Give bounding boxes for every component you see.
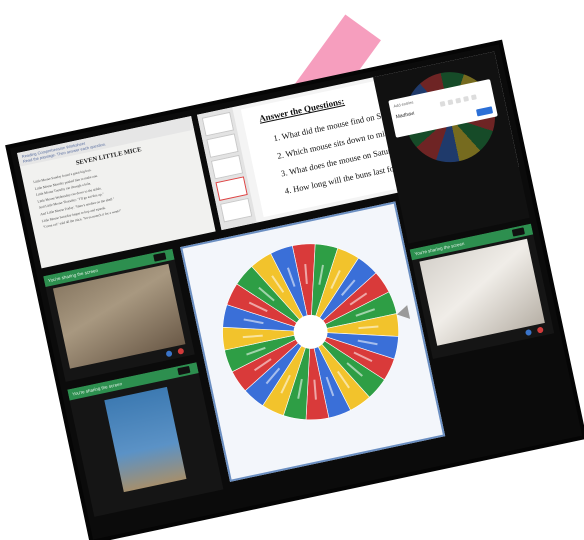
stop-sharing-button[interactable] <box>177 365 191 376</box>
screenshot-collage: Reading Comprehension Worksheet Read the… <box>9 44 583 540</box>
video-tile-child-2: You're sharing the screen <box>67 362 224 517</box>
wheel-container[interactable] <box>204 225 417 438</box>
entry-input[interactable]: Madhavi <box>395 111 415 121</box>
spinner-wheel-panel <box>180 201 446 482</box>
end-call-icon[interactable] <box>536 326 544 334</box>
more-icon[interactable] <box>470 94 477 101</box>
participant-video <box>104 386 187 493</box>
end-call-icon[interactable] <box>177 347 185 355</box>
bold-icon[interactable] <box>439 100 446 107</box>
dialog-title: Add entries <box>392 99 414 109</box>
slide-thumbnail[interactable] <box>220 197 253 223</box>
slide-thumbnail[interactable] <box>201 111 235 137</box>
video-tile-child-3: You're sharing the screen <box>409 223 555 359</box>
image-icon[interactable] <box>455 97 462 104</box>
sharing-label: You're sharing the screen <box>71 381 123 397</box>
emoji-icon[interactable] <box>463 95 470 102</box>
slide-thumbnail[interactable] <box>206 133 239 158</box>
mic-icon[interactable] <box>524 328 533 337</box>
wheel-pointer-icon <box>395 305 411 322</box>
slide-thumbnail-active[interactable] <box>215 176 248 201</box>
ok-button[interactable] <box>476 106 494 117</box>
slide-thumbnail[interactable] <box>210 154 244 180</box>
stop-sharing-button[interactable] <box>511 227 525 237</box>
mic-icon[interactable] <box>165 350 173 358</box>
italic-icon[interactable] <box>447 99 454 106</box>
video-tile-child-1: You're sharing the screen <box>43 248 195 382</box>
stop-sharing-button[interactable] <box>153 252 167 262</box>
